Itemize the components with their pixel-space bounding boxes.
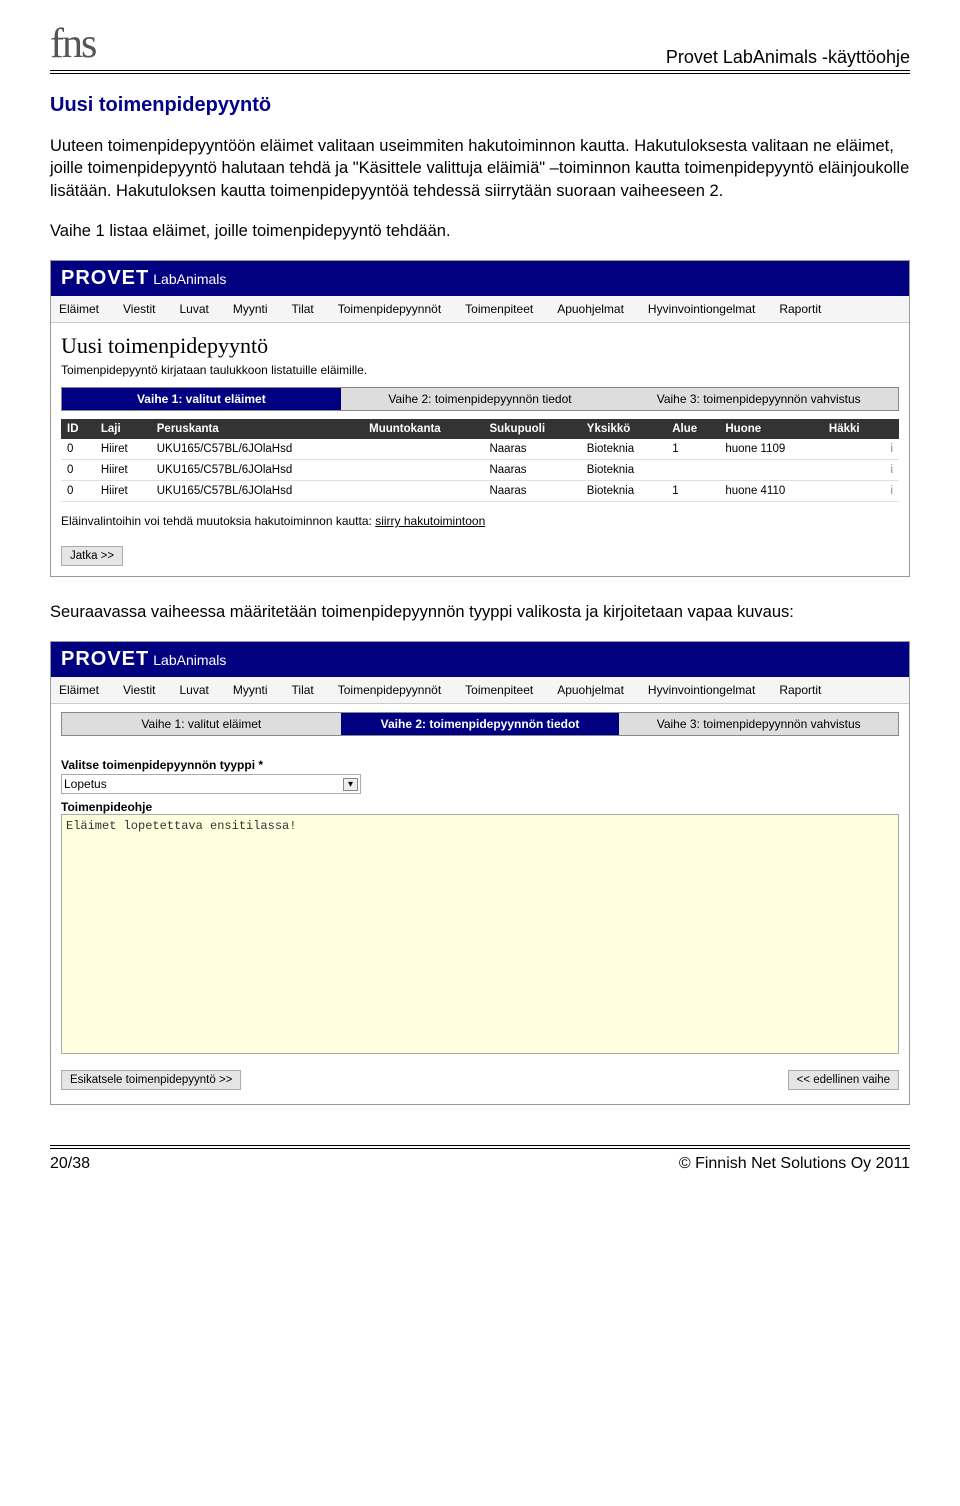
copyright: © Finnish Net Solutions Oy 2011 <box>679 1155 910 1173</box>
menu-item[interactable]: Luvat <box>179 683 208 697</box>
table-row: 0 Hiiret UKU165/C57BL/6JOlaHsd Naaras Bi… <box>61 460 899 481</box>
table-row: 0 Hiiret UKU165/C57BL/6JOlaHsd Naaras Bi… <box>61 439 899 460</box>
menu-item[interactable]: Hyvinvointiongelmat <box>648 683 755 697</box>
menu-item[interactable]: Toimenpiteet <box>465 302 533 316</box>
request-form: Valitse toimenpidepyynnön tyyppi * Lopet… <box>51 744 909 1064</box>
menu-item[interactable]: Tilat <box>292 302 314 316</box>
continue-button[interactable]: Jatka >> <box>61 546 123 566</box>
app-logo-bar: PROVET LabAnimals <box>51 261 909 296</box>
app-brand: PROVET <box>61 648 149 671</box>
app-logo-bar: PROVET LabAnimals <box>51 642 909 677</box>
row-info-icon[interactable]: i <box>884 439 899 460</box>
menu-item[interactable]: Viestit <box>123 683 155 697</box>
app-sub: LabAnimals <box>153 271 226 287</box>
menu-item[interactable]: Luvat <box>179 302 208 316</box>
ohje-textarea[interactable]: Eläimet lopetettava ensitilassa! <box>61 814 899 1054</box>
page-header: fns Provet LabAnimals -käyttöohje <box>50 20 910 71</box>
screen-subtext: Toimenpidepyyntö kirjataan taulukkoon li… <box>51 363 909 387</box>
menu-item[interactable]: Toimenpiteet <box>465 683 533 697</box>
stage-bar: Vaihe 1: valitut eläimet Vaihe 2: toimen… <box>61 387 899 411</box>
section-title: Uusi toimenpidepyyntö <box>50 94 910 117</box>
menu-item[interactable]: Eläimet <box>59 302 99 316</box>
app-main-menu: Eläimet Viestit Luvat Myynti Tilat Toime… <box>51 296 909 323</box>
menu-item[interactable]: Toimenpidepyynnöt <box>338 683 441 697</box>
page-number: 20/38 <box>50 1155 90 1173</box>
search-link-line: Eläinvalintoihin voi tehdä muutoksia hak… <box>51 510 909 540</box>
menu-item[interactable]: Raportit <box>779 302 821 316</box>
menu-item[interactable]: Hyvinvointiongelmat <box>648 302 755 316</box>
col-laji: Laji <box>95 419 151 439</box>
col-peruskanta: Peruskanta <box>151 419 363 439</box>
chevron-down-icon: ▾ <box>343 778 358 791</box>
col-sukupuoli: Sukupuoli <box>483 419 580 439</box>
screen-heading: Uusi toimenpidepyyntö <box>51 323 909 363</box>
row-info-icon[interactable]: i <box>884 460 899 481</box>
stage-2[interactable]: Vaihe 2: toimenpidepyynnön tiedot <box>341 388 620 410</box>
app-main-menu: Eläimet Viestit Luvat Myynti Tilat Toime… <box>51 677 909 704</box>
stage-1[interactable]: Vaihe 1: valitut eläimet <box>62 713 341 735</box>
stage-bar: Vaihe 1: valitut eläimet Vaihe 2: toimen… <box>61 712 899 736</box>
stage-3[interactable]: Vaihe 3: toimenpidepyynnön vahvistus <box>619 713 898 735</box>
previous-stage-button[interactable]: << edellinen vaihe <box>788 1070 899 1090</box>
doc-title: Provet LabAnimals -käyttöohje <box>666 47 910 68</box>
preview-button[interactable]: Esikatsele toimenpidepyyntö >> <box>61 1070 241 1090</box>
table-row: 0 Hiiret UKU165/C57BL/6JOlaHsd Naaras Bi… <box>61 481 899 502</box>
row-info-icon[interactable]: i <box>884 481 899 502</box>
paragraph-2: Vaihe 1 listaa eläimet, joille toimenpid… <box>50 220 910 242</box>
app-sub: LabAnimals <box>153 652 226 668</box>
stage-3[interactable]: Vaihe 3: toimenpidepyynnön vahvistus <box>619 388 898 410</box>
page-footer: 20/38 © Finnish Net Solutions Oy 2011 <box>50 1145 910 1173</box>
col-yksikko: Yksikkö <box>581 419 666 439</box>
col-muuntokanta: Muuntokanta <box>363 419 483 439</box>
menu-item[interactable]: Apuohjelmat <box>557 302 624 316</box>
col-id: ID <box>61 419 95 439</box>
screenshot-stage1: PROVET LabAnimals Eläimet Viestit Luvat … <box>50 260 910 577</box>
menu-item[interactable]: Toimenpidepyynnöt <box>338 302 441 316</box>
screenshot-stage2: PROVET LabAnimals Eläimet Viestit Luvat … <box>50 641 910 1105</box>
menu-item[interactable]: Apuohjelmat <box>557 683 624 697</box>
stage-2[interactable]: Vaihe 2: toimenpidepyynnön tiedot <box>341 713 620 735</box>
type-label: Valitse toimenpidepyynnön tyyppi * <box>61 758 899 772</box>
animals-table: ID Laji Peruskanta Muuntokanta Sukupuoli… <box>61 419 899 502</box>
col-hakki: Häkki <box>823 419 885 439</box>
col-alue: Alue <box>666 419 719 439</box>
paragraph-3: Seuraavassa vaiheessa määritetään toimen… <box>50 601 910 623</box>
menu-item[interactable]: Viestit <box>123 302 155 316</box>
menu-item[interactable]: Myynti <box>233 683 268 697</box>
menu-item[interactable]: Raportit <box>779 683 821 697</box>
app-brand: PROVET <box>61 267 149 290</box>
menu-item[interactable]: Tilat <box>292 683 314 697</box>
type-select[interactable]: Lopetus ▾ <box>61 774 361 794</box>
ohje-label: Toimenpideohje <box>61 800 899 814</box>
table-header-row: ID Laji Peruskanta Muuntokanta Sukupuoli… <box>61 419 899 439</box>
menu-item[interactable]: Myynti <box>233 302 268 316</box>
header-rule <box>50 73 910 74</box>
paragraph-1: Uuteen toimenpidepyyntöön eläimet valita… <box>50 135 910 202</box>
goto-search-link[interactable]: siirry hakutoimintoon <box>375 514 485 528</box>
menu-item[interactable]: Eläimet <box>59 683 99 697</box>
type-select-value: Lopetus <box>64 777 107 791</box>
col-huone: Huone <box>719 419 823 439</box>
stage-1[interactable]: Vaihe 1: valitut eläimet <box>62 388 341 410</box>
logo: fns <box>50 20 95 68</box>
